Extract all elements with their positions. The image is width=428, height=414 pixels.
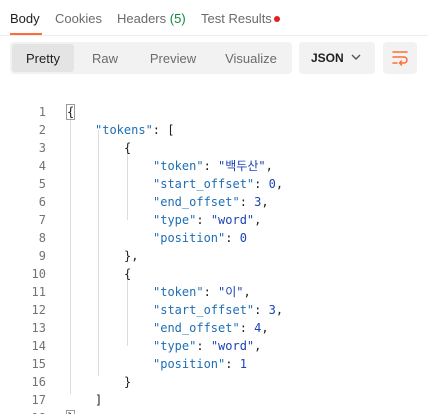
code-line: 17] xyxy=(0,391,428,409)
line-number: 3 xyxy=(38,141,46,155)
code-text: "start_offset" xyxy=(153,177,255,191)
code-line: 18} xyxy=(0,409,428,414)
test-results-status-dot xyxy=(274,16,280,22)
code-text: 4 xyxy=(254,321,262,335)
line-number: 9 xyxy=(38,249,46,263)
code-text: { xyxy=(124,267,132,281)
code-line: 9}, xyxy=(0,247,428,265)
code-text: "word" xyxy=(210,213,255,227)
code-text: "token" xyxy=(153,285,204,299)
code-text: "position" xyxy=(153,357,226,371)
code-text: "백두산" xyxy=(218,159,266,173)
code-text: "end_offset" xyxy=(153,195,240,209)
headers-count-badge: (5) xyxy=(169,11,186,26)
wrap-lines-button[interactable] xyxy=(383,42,417,74)
code-text: 3 xyxy=(254,195,262,209)
code-text: "type" xyxy=(153,213,197,227)
code-line: 15 "position": 1 xyxy=(0,355,428,373)
response-tabs: Body Cookies Headers (5) Test Results xyxy=(0,0,428,36)
line-number: 4 xyxy=(38,159,46,173)
view-mode-preview[interactable]: Preview xyxy=(136,44,210,72)
code-line: 13 "end_offset": 4, xyxy=(0,319,428,337)
code-text: 0 xyxy=(239,231,247,245)
tab-body[interactable]: Body xyxy=(10,11,40,26)
code-text: "이" xyxy=(218,285,244,299)
code-text: "tokens" xyxy=(95,123,153,137)
code-text: "position" xyxy=(153,231,226,245)
line-number: 17 xyxy=(31,393,46,407)
code-text: : [ xyxy=(152,123,175,137)
code-line: 14 "type": "word", xyxy=(0,337,428,355)
line-number: 15 xyxy=(31,357,46,371)
code-text: } xyxy=(124,375,132,389)
code-text: 1 xyxy=(239,357,247,371)
wrap-lines-icon xyxy=(392,51,408,66)
code-text: "type" xyxy=(153,339,197,353)
line-number: 1 xyxy=(38,105,46,119)
code-line: 7 "type": "word", xyxy=(0,211,428,229)
code-line: 6 "end_offset": 3, xyxy=(0,193,428,211)
tab-cookies[interactable]: Cookies xyxy=(55,11,102,26)
tab-headers[interactable]: Headers (5) xyxy=(117,11,186,26)
code-text: 0 xyxy=(268,177,276,191)
line-number: 8 xyxy=(38,231,46,245)
line-number: 11 xyxy=(31,285,46,299)
code-line: 16} xyxy=(0,373,428,391)
format-dropdown[interactable]: JSON xyxy=(299,42,375,74)
code-text: "start_offset" xyxy=(153,303,255,317)
code-line: 4 "token": "백두산", xyxy=(0,157,428,175)
line-number: 16 xyxy=(31,375,46,389)
code-text: 3 xyxy=(268,303,276,317)
code-text: ] xyxy=(95,393,103,407)
line-number: 6 xyxy=(38,195,46,209)
view-mode-visualize[interactable]: Visualize xyxy=(212,44,290,72)
code-line: 1{ xyxy=(0,103,428,121)
code-line: 3{ xyxy=(0,139,428,157)
tab-test-results[interactable]: Test Results xyxy=(201,11,272,26)
line-number: 2 xyxy=(38,123,46,137)
code-line: 10 { xyxy=(0,265,428,283)
code-line: 8 "position": 0 xyxy=(0,229,428,247)
code-text: "word" xyxy=(210,339,255,353)
line-number: 12 xyxy=(31,303,46,317)
chevron-down-icon xyxy=(351,54,361,60)
code-text: "token" xyxy=(153,159,204,173)
code-text: "end_offset" xyxy=(153,321,240,335)
code-text: { xyxy=(65,104,76,120)
code-text: { xyxy=(124,141,132,155)
code-line: 11 "token": "이", xyxy=(0,283,428,301)
code-line: 12 "start_offset": 3, xyxy=(0,301,428,319)
line-number: 18 xyxy=(6,409,46,414)
line-number: 5 xyxy=(38,177,46,191)
response-body-code[interactable]: 1{ 2 "tokens": [ 3{ 4 "token": "백두산", 5 "st… xyxy=(0,103,428,414)
view-mode-switcher: Pretty Raw Preview Visualize xyxy=(10,42,292,74)
code-line: 2 "tokens": [ xyxy=(0,121,428,139)
code-line: 5 "start_offset": 0, xyxy=(0,175,428,193)
code-text: }, xyxy=(124,249,139,263)
line-number: 10 xyxy=(31,267,46,281)
view-mode-pretty[interactable]: Pretty xyxy=(12,44,74,72)
view-mode-raw[interactable]: Raw xyxy=(76,44,134,72)
line-number: 13 xyxy=(31,321,46,335)
format-dropdown-value: JSON xyxy=(311,51,344,65)
line-number: 7 xyxy=(38,213,46,227)
tab-headers-label: Headers xyxy=(117,11,167,26)
tabs-divider xyxy=(0,35,428,36)
line-number: 14 xyxy=(31,339,46,353)
